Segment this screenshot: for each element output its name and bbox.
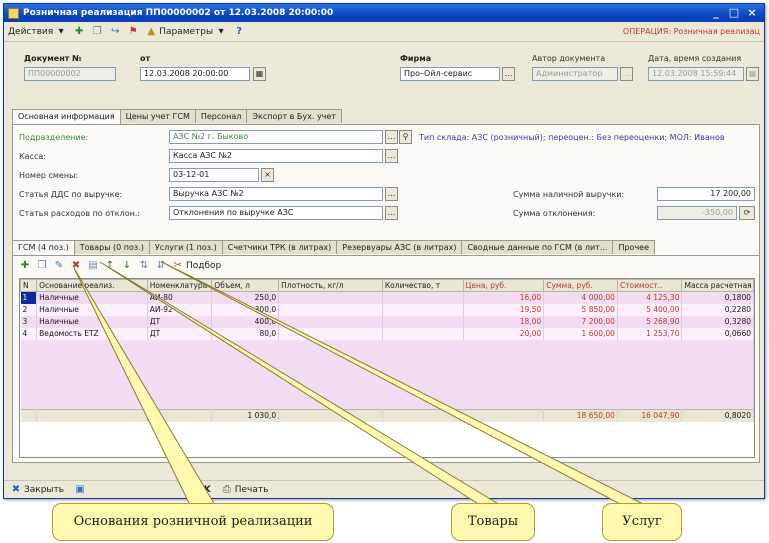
callout-goods: Товары [451, 503, 535, 541]
callout-services: Услуг [602, 503, 682, 541]
callout-bases: Основания розничной реализации [52, 503, 334, 541]
goods-pointer [99, 261, 502, 506]
callout-pointers [73, 261, 646, 506]
bases-pointer [73, 267, 216, 506]
services-pointer [161, 261, 646, 506]
